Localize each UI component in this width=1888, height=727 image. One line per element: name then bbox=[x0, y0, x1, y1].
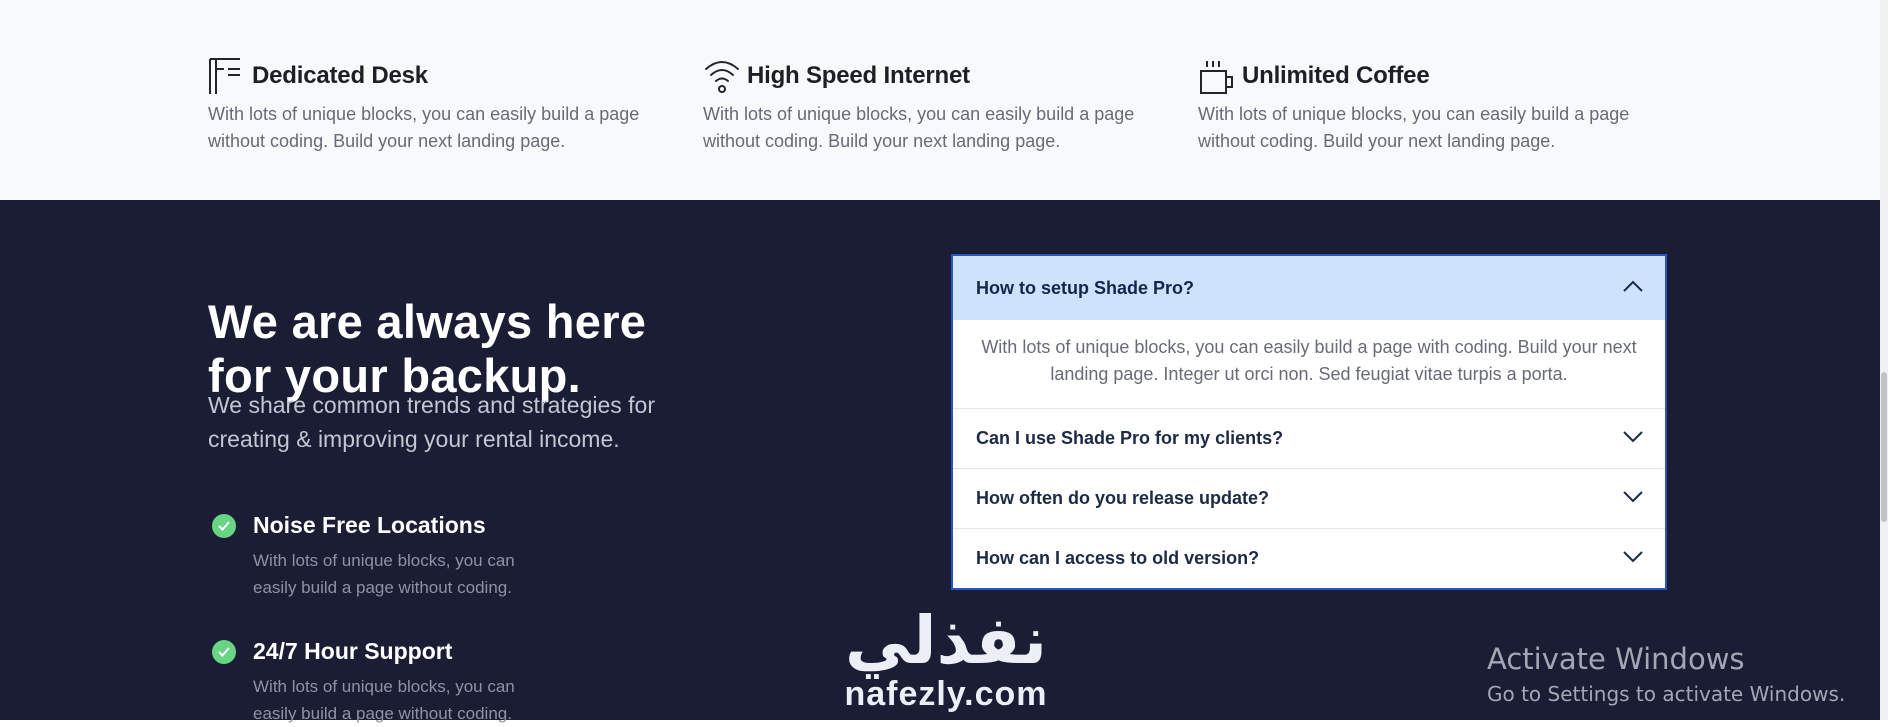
faq-question: How often do you release update? bbox=[976, 488, 1270, 508]
check-icon bbox=[212, 639, 236, 664]
faq-answer: With lots of unique blocks, you can easi… bbox=[981, 337, 1637, 384]
point-description: With lots of unique blocks, you can easi… bbox=[253, 551, 515, 597]
features-section: Dedicated Desk With lots of unique block… bbox=[0, 0, 1880, 200]
section-subtext: We share common trends and strategies fo… bbox=[208, 392, 656, 452]
feature-dedicated-desk: Dedicated Desk With lots of unique block… bbox=[208, 56, 658, 155]
faq-question: Can I use Shade Pro for my clients? bbox=[976, 428, 1284, 448]
feature-unlimited-coffee: Unlimited Coffee With lots of unique blo… bbox=[1198, 56, 1648, 155]
faq-question-toggle[interactable]: Can I use Shade Pro for my clients? bbox=[953, 409, 1665, 468]
feature-point-noise-free: Noise Free Locations With lots of unique… bbox=[212, 512, 572, 601]
watermark-arabic: نفذلي bbox=[845, 602, 1047, 679]
watermark-logo: نفذلي nafezly.com bbox=[836, 602, 1056, 713]
faq-question-toggle[interactable]: How can I access to old version? bbox=[953, 529, 1665, 588]
faq-item: How can I access to old version? bbox=[953, 528, 1665, 588]
feature-description: With lots of unique blocks, you can easi… bbox=[1198, 104, 1630, 151]
activate-subtitle: Go to Settings to activate Windows. bbox=[1487, 682, 1846, 706]
feature-description: With lots of unique blocks, you can easi… bbox=[208, 104, 640, 151]
faq-item: Can I use Shade Pro for my clients? bbox=[953, 408, 1665, 468]
watermark-latin: nafezly.com bbox=[844, 675, 1048, 713]
faq-accordion: How to setup Shade Pro? With lots of uni… bbox=[951, 254, 1667, 590]
scrollbar-thumb[interactable] bbox=[1881, 372, 1887, 522]
feature-title: Dedicated Desk bbox=[252, 62, 428, 89]
faq-question: How to setup Shade Pro? bbox=[976, 277, 1195, 298]
chevron-down-icon bbox=[1623, 550, 1643, 568]
chevron-down-icon bbox=[1623, 490, 1643, 508]
activate-windows-notice: Activate Windows Go to Settings to activ… bbox=[1487, 642, 1845, 706]
check-icon bbox=[212, 513, 236, 538]
feature-title: Unlimited Coffee bbox=[1242, 62, 1430, 89]
faq-question: How can I access to old version? bbox=[976, 548, 1260, 568]
faq-question-toggle[interactable]: How often do you release update? bbox=[953, 469, 1665, 528]
chevron-up-icon bbox=[1623, 279, 1643, 297]
point-description: With lots of unique blocks, you can easi… bbox=[253, 677, 515, 723]
point-title: 24/7 Hour Support bbox=[253, 638, 453, 664]
desk-icon bbox=[208, 57, 246, 95]
feature-high-speed-internet: High Speed Internet With lots of unique … bbox=[703, 56, 1153, 155]
section-heading: We are always here for your backup. bbox=[208, 295, 647, 402]
feature-point-support: 24/7 Hour Support With lots of unique bl… bbox=[212, 638, 572, 727]
wifi-icon bbox=[703, 57, 741, 95]
chevron-down-icon bbox=[1623, 430, 1643, 448]
faq-item: How often do you release update? bbox=[953, 468, 1665, 528]
feature-title: High Speed Internet bbox=[747, 62, 970, 89]
coffee-icon bbox=[1198, 57, 1236, 95]
page-scrollbar[interactable] bbox=[1880, 0, 1888, 720]
feature-description: With lots of unique blocks, you can easi… bbox=[703, 104, 1135, 151]
point-title: Noise Free Locations bbox=[253, 512, 486, 538]
activate-title: Activate Windows bbox=[1487, 642, 1745, 676]
faq-question-toggle[interactable]: How to setup Shade Pro? bbox=[953, 256, 1665, 320]
faq-item: How to setup Shade Pro? With lots of uni… bbox=[953, 256, 1665, 408]
